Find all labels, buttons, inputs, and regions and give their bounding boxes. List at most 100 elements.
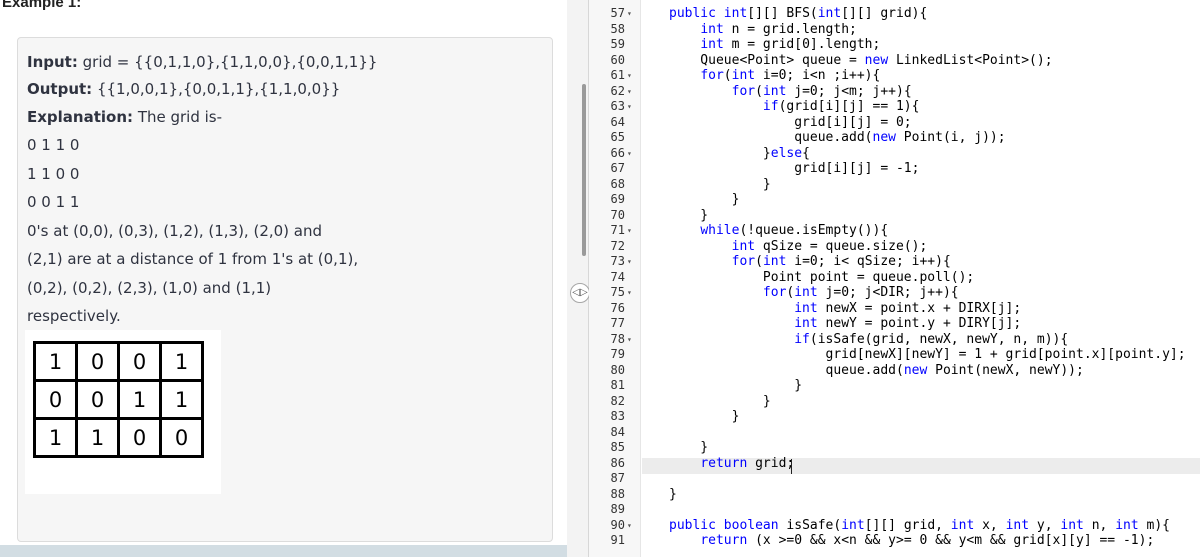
fold-toggle-icon[interactable] <box>627 347 637 363</box>
code-line[interactable]: grid[newX][newY] = 1 + grid[point.x][poi… <box>669 347 1186 363</box>
code-line[interactable]: int m = grid[0].length; <box>669 37 880 53</box>
fold-toggle-icon[interactable]: ▾ <box>627 332 637 348</box>
code-line[interactable]: public boolean isSafe(int[][] grid, int … <box>669 518 1170 534</box>
grid-cell: 1 <box>117 379 162 420</box>
fold-toggle-icon[interactable] <box>627 192 637 208</box>
code-line[interactable]: return grid; <box>669 456 794 472</box>
fold-toggle-icon[interactable] <box>627 533 637 549</box>
code-line[interactable]: while(!queue.isEmpty()){ <box>669 223 888 239</box>
code-line[interactable]: for(int j=0; j<m; j++){ <box>669 84 912 100</box>
line-number: 74 <box>610 269 625 284</box>
fold-toggle-icon[interactable]: ▾ <box>627 285 637 301</box>
line-number: 88 <box>610 486 625 501</box>
line-number: 87 <box>610 471 625 485</box>
fold-toggle-icon[interactable]: ▾ <box>627 68 637 84</box>
line-number: 79 <box>610 347 625 361</box>
code-line[interactable]: Queue<Point> queue = new LinkedList<Poin… <box>669 53 1052 69</box>
code-line[interactable]: for(int i=0; i<n ;i++){ <box>669 68 880 84</box>
fold-toggle-icon[interactable]: ▾ <box>627 146 637 162</box>
fold-toggle-icon[interactable] <box>627 115 637 131</box>
grid-cell: 1 <box>33 341 78 382</box>
code-line[interactable]: } <box>669 208 708 224</box>
code-line[interactable]: int n = grid.length; <box>669 22 857 38</box>
fold-toggle-icon[interactable] <box>627 208 637 224</box>
line-number: 90 <box>610 517 625 532</box>
code-line[interactable]: } <box>669 378 802 394</box>
grid-cell: 1 <box>33 417 78 458</box>
code-line[interactable]: int newY = point.y + DIRY[j]; <box>669 316 1021 332</box>
explanation-text: (2,1) are at a distance of 1 from 1's at… <box>27 250 359 268</box>
code-line[interactable]: } <box>669 487 677 503</box>
line-number: 70 <box>610 207 625 222</box>
code-line[interactable]: int qSize = queue.size(); <box>669 239 928 255</box>
code-line[interactable]: if(grid[i][j] == 1){ <box>669 99 920 115</box>
fold-toggle-icon[interactable] <box>627 456 637 472</box>
output-line: Output: {{1,0,0,1},{0,0,1,1},{1,1,0,0}} <box>27 80 340 98</box>
code-line[interactable]: for(int j=0; j<DIR; j++){ <box>669 285 959 301</box>
fold-toggle-icon[interactable] <box>627 316 637 332</box>
scrollbar-thumb[interactable] <box>582 84 586 256</box>
line-number: 89 <box>610 502 625 516</box>
line-number: 81 <box>610 378 625 392</box>
explanation-text: 0's at (0,0), (0,3), (1,2), (1,3), (2,0)… <box>27 222 323 240</box>
fold-toggle-icon[interactable]: ▾ <box>627 84 637 100</box>
fold-toggle-icon[interactable] <box>627 471 637 487</box>
line-number: 91 <box>610 533 625 547</box>
line-number: 83 <box>610 409 625 423</box>
code-line[interactable]: } <box>669 177 771 193</box>
fold-toggle-icon[interactable]: ▾ <box>627 223 637 239</box>
fold-toggle-icon[interactable] <box>627 270 637 286</box>
line-number: 69 <box>610 192 625 206</box>
fold-toggle-icon[interactable] <box>627 130 637 146</box>
explanation-text: (0,2), (0,2), (2,3), (1,0) and (1,1) <box>27 279 272 297</box>
fold-toggle-icon[interactable] <box>627 409 637 425</box>
code-line[interactable]: queue.add(new Point(newX, newY)); <box>669 363 1084 379</box>
fold-toggle-icon[interactable] <box>627 425 637 441</box>
fold-toggle-icon[interactable]: ▾ <box>627 254 637 270</box>
code-line[interactable]: }else{ <box>669 146 810 162</box>
fold-toggle-icon[interactable] <box>627 440 637 456</box>
code-line[interactable]: } <box>669 409 740 425</box>
code-line[interactable]: queue.add(new Point(i, j)); <box>669 130 1005 146</box>
grid-cell: 0 <box>33 379 78 420</box>
fold-toggle-icon[interactable] <box>627 487 637 503</box>
pane-splitter[interactable] <box>567 0 589 557</box>
line-number: 64 <box>610 114 625 129</box>
fold-toggle-icon[interactable] <box>627 22 637 38</box>
example-heading: Example 1: <box>2 0 82 11</box>
code-line[interactable]: Point point = queue.poll(); <box>669 270 974 286</box>
line-number: 84 <box>610 424 625 439</box>
fold-toggle-icon[interactable] <box>627 37 637 53</box>
code-line[interactable]: public int[][] BFS(int[][] grid){ <box>669 6 927 22</box>
output-label: Output: <box>27 80 93 98</box>
fold-toggle-icon[interactable] <box>627 363 637 379</box>
line-number: 76 <box>610 300 625 315</box>
fold-toggle-icon[interactable]: ▾ <box>627 6 637 22</box>
code-line[interactable]: } <box>669 440 708 456</box>
code-line[interactable]: grid[i][j] = -1; <box>669 161 919 177</box>
line-number: 85 <box>610 440 625 454</box>
fold-toggle-icon[interactable] <box>627 378 637 394</box>
input-line: Input: grid = {{0,1,1,0},{1,1,0,0},{0,0,… <box>27 53 377 71</box>
code-editor[interactable]: 57 ▾ public int[][] BFS(int[][] grid){58 i… <box>589 0 1200 557</box>
fold-toggle-icon[interactable] <box>627 301 637 317</box>
code-line[interactable]: for(int i=0; i< qSize; i++){ <box>669 254 951 270</box>
fold-toggle-icon[interactable]: ▾ <box>627 518 637 534</box>
fold-toggle-icon[interactable]: ▾ <box>627 99 637 115</box>
code-line[interactable]: } <box>669 192 740 208</box>
code-line[interactable]: int newX = point.x + DIRX[j]; <box>669 301 1021 317</box>
code-line[interactable]: grid[i][j] = 0; <box>669 115 911 131</box>
fold-toggle-icon[interactable] <box>627 239 637 255</box>
code-line[interactable]: } <box>669 394 771 410</box>
line-number: 80 <box>610 362 625 377</box>
code-line[interactable]: if(isSafe(grid, newX, newY, n, m)){ <box>669 332 1068 348</box>
code-line[interactable]: return (x >=0 && x<n && y>= 0 && y<m && … <box>669 533 1154 549</box>
fold-toggle-icon[interactable] <box>627 394 637 410</box>
resize-handle-icon[interactable]: ◁▷ <box>570 283 590 303</box>
grid-row: 1 0 0 1 <box>33 341 204 382</box>
grid-cell: 0 <box>75 379 120 420</box>
fold-toggle-icon[interactable] <box>627 177 637 193</box>
fold-toggle-icon[interactable] <box>627 161 637 177</box>
fold-toggle-icon[interactable] <box>627 53 637 69</box>
fold-toggle-icon[interactable] <box>627 502 637 518</box>
